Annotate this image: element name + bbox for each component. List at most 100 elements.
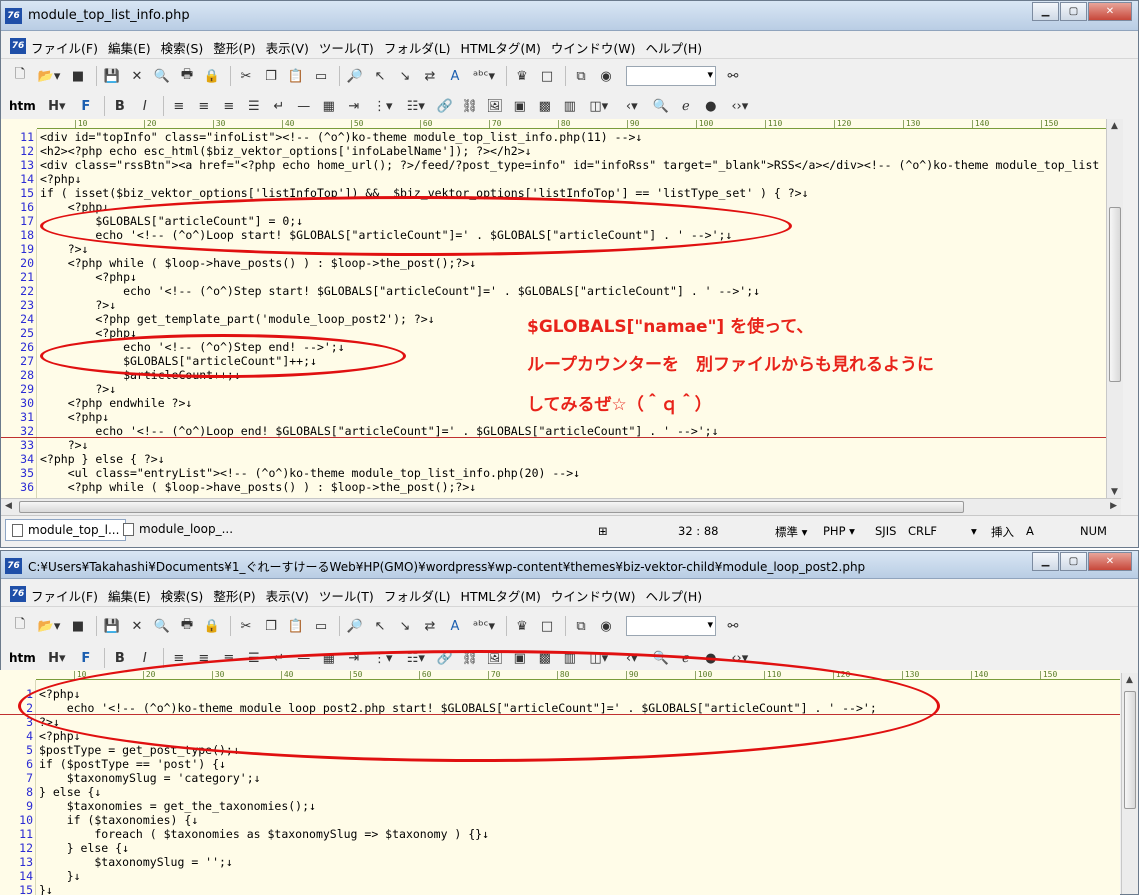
menu-view[interactable]: 表示(V) [266, 586, 309, 605]
code-line[interactable]: 7 $taxonomySlug = 'category';↓ [0, 771, 1120, 785]
paste-icon[interactable]: 📋 [285, 615, 307, 637]
print-icon[interactable]: 🖶 [176, 65, 198, 87]
code-line[interactable]: 13 <div class="rssBtn"><a href="<?php ech… [1, 158, 1121, 172]
menu-folder[interactable]: フォルダ(L) [384, 38, 451, 57]
horizontal-scrollbar[interactable]: ◀ ▶ [1, 498, 1121, 515]
maximize-button[interactable]: ▢ [1060, 2, 1087, 21]
save-icon[interactable]: 💾 [101, 615, 123, 637]
abc-icon[interactable]: ᵃᵇᶜ▾ [469, 65, 499, 87]
hr-icon[interactable]: — [293, 95, 315, 117]
code-line[interactable]: 23 ?>↓ [1, 298, 1121, 312]
encoding-status[interactable]: SJIS [875, 524, 896, 538]
newline-status[interactable]: CRLF [908, 524, 937, 538]
frame-icon[interactable]: ◫▾ [584, 95, 614, 117]
code-line[interactable]: 21 <?php↓ [1, 270, 1121, 284]
bullets-icon[interactable]: ☷▾ [401, 95, 431, 117]
color-icon[interactable]: ▩ [534, 95, 556, 117]
spell-icon[interactable]: A [444, 615, 466, 637]
indent-icon[interactable]: ⇥ [343, 95, 365, 117]
menu-edit[interactable]: 編集(E) [108, 586, 151, 605]
align-left-icon[interactable]: ≡ [168, 95, 190, 117]
close-file-icon[interactable]: ✕ [126, 615, 148, 637]
heading-icon[interactable]: H ▾ [42, 95, 72, 117]
align-right-icon[interactable]: ≡ [218, 95, 240, 117]
close-file-icon[interactable]: ✕ [126, 65, 148, 87]
scrollbar-thumb[interactable] [1124, 691, 1136, 809]
align-center-icon[interactable]: ≡ [193, 95, 215, 117]
code-line[interactable]: 33 ?>↓ [1, 438, 1121, 452]
menu-view[interactable]: 表示(V) [266, 38, 309, 57]
image2-icon[interactable]: ▣ [509, 95, 531, 117]
vertical-scrollbar[interactable]: ▲ [1121, 673, 1138, 894]
angle-icon[interactable]: ‹▾ [617, 95, 647, 117]
menu-search[interactable]: 検索(S) [161, 38, 204, 57]
search-next-icon[interactable]: ↘ [394, 615, 416, 637]
code-line[interactable]: 32 echo '<!-- (^o^)Loop end! $GLOBALS["a… [1, 424, 1121, 438]
lock-icon[interactable]: 🔒 [201, 65, 223, 87]
copy-icon[interactable]: ❐ [260, 615, 282, 637]
spell-icon[interactable]: A [444, 65, 466, 87]
minimize-button[interactable]: ▁ [1032, 552, 1059, 571]
menu-search[interactable]: 検索(S) [161, 586, 204, 605]
copy-icon[interactable]: ❐ [260, 65, 282, 87]
code-line[interactable]: 8} else {↓ [0, 785, 1120, 799]
menu-tools[interactable]: ツール(T) [319, 38, 374, 57]
search-icon[interactable]: 🔎 [344, 615, 366, 637]
title-bar[interactable]: 76 C:¥Users¥Takahashi¥Documents¥1_ぐれーすけー… [1, 551, 1138, 579]
copy-doc-icon[interactable]: ⧉ [570, 615, 592, 637]
bold-icon[interactable]: B [109, 95, 131, 117]
lock-icon[interactable]: 🔒 [201, 615, 223, 637]
tab-module-loop[interactable]: module_loop_... [117, 519, 239, 541]
menu-help[interactable]: ヘルプ(H) [645, 38, 702, 57]
menu-format[interactable]: 整形(P) [213, 586, 255, 605]
tag-icon[interactable]: ‹›▾ [725, 95, 755, 117]
search-prev-icon[interactable]: ↖ [369, 65, 391, 87]
htm-icon[interactable]: htm [9, 651, 36, 665]
menu-file[interactable]: ファイル(F) [31, 586, 98, 605]
print-preview-icon[interactable]: 🔍 [151, 65, 173, 87]
minimize-button[interactable]: ▁ [1032, 2, 1059, 21]
square-icon[interactable]: □ [536, 65, 558, 87]
maximize-button[interactable]: ▢ [1060, 552, 1087, 571]
code-line[interactable]: 35 <ul class="entryList"><!-- (^o^)ko-th… [1, 466, 1121, 480]
window-icon[interactable]: ▭ [310, 65, 332, 87]
bold-icon[interactable]: B [109, 647, 131, 669]
paste-icon[interactable]: 📋 [285, 65, 307, 87]
menu-html-tag[interactable]: HTMLタグ(M) [461, 586, 541, 605]
preview-icon[interactable]: 🔍 [650, 95, 672, 117]
cut-icon[interactable]: ✂ [235, 65, 257, 87]
code-line[interactable]: 14 }↓ [0, 869, 1120, 883]
code-line[interactable]: 11 <div id="topInfo" class="infoList"><!-… [1, 130, 1121, 144]
menu-file[interactable]: ファイル(F) [31, 38, 98, 57]
print-icon[interactable]: 🖶 [176, 615, 198, 637]
binoculars-icon[interactable]: ⚯ [722, 615, 744, 637]
close-button[interactable]: ✕ [1088, 2, 1132, 21]
scrollbar-thumb[interactable] [19, 501, 964, 513]
stop-icon[interactable]: ■ [67, 65, 89, 87]
code-line[interactable]: 13 $taxonomySlug = '';↓ [0, 855, 1120, 869]
circle-icon[interactable]: ● [700, 95, 722, 117]
code-editor[interactable]: |10 |20 |30 |40 |50 |60 |70 |80 |90 |100 |110 |120 |… [1, 119, 1123, 499]
tree-status-icon[interactable]: ⊞ [598, 524, 608, 538]
search-icon[interactable]: 🔎 [344, 65, 366, 87]
toolbar-combo[interactable] [626, 616, 716, 636]
print-preview-icon[interactable]: 🔍 [151, 615, 173, 637]
code-line[interactable]: 12 } else {↓ [0, 841, 1120, 855]
code-line[interactable]: 14 <?php↓ [1, 172, 1121, 186]
toolbar-combo[interactable] [626, 66, 716, 86]
cut-icon[interactable]: ✂ [235, 615, 257, 637]
newline-dropdown-icon[interactable]: ▾ [971, 524, 977, 538]
new-file-icon[interactable]: 🗋 [9, 615, 31, 637]
code-line[interactable]: 22 echo '<!-- (^o^)Step start! $GLOBALS[… [1, 284, 1121, 298]
list-icon[interactable]: ☰ [243, 95, 265, 117]
italic-icon[interactable]: I [134, 95, 156, 117]
code-line[interactable]: 20 <?php while ( $loop->have_posts() ) :… [1, 256, 1121, 270]
code-line[interactable]: 36 <?php while ( $loop->have_posts() ) :… [1, 480, 1121, 494]
globe-icon[interactable]: ◉ [595, 65, 617, 87]
htm-icon[interactable]: htm [9, 99, 36, 113]
vertical-scrollbar[interactable]: ▲ ▼ [1106, 119, 1123, 499]
code-line[interactable]: 34 <?php } else { ?>↓ [1, 452, 1121, 466]
heading-icon[interactable]: H ▾ [42, 647, 72, 669]
replace-icon[interactable]: ⇄ [419, 65, 441, 87]
new-file-icon[interactable]: 🗋 [9, 65, 31, 87]
